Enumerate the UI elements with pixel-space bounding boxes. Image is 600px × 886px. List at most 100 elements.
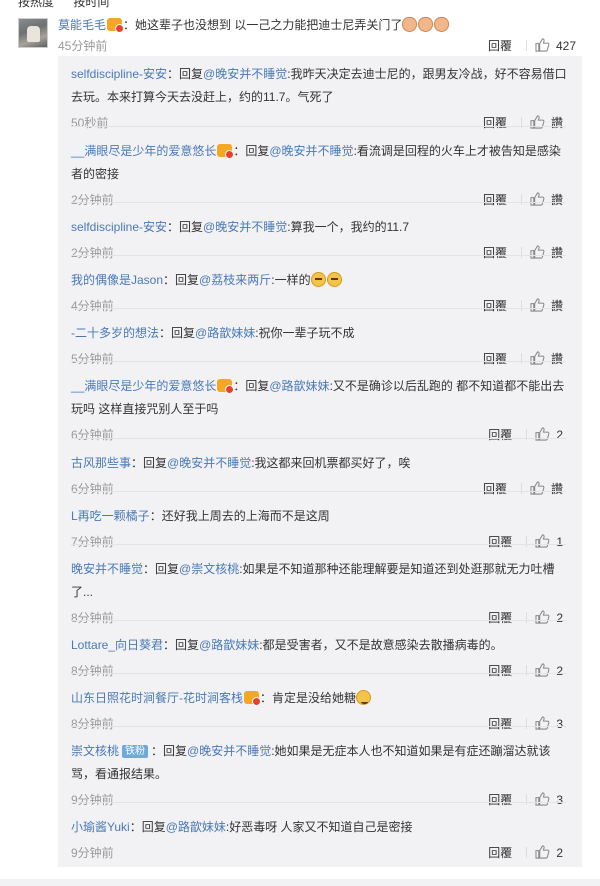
reply-mention[interactable]: @晚安并不睡觉 <box>203 220 287 234</box>
reply-divider <box>71 438 566 439</box>
like-count: 讚 <box>550 193 563 207</box>
reply-prefix: ：回复 <box>163 273 200 287</box>
like-thumb-icon[interactable] <box>530 192 545 206</box>
divider <box>520 353 522 364</box>
reply-username[interactable]: 晚安并不睡觉 <box>71 562 143 576</box>
divider <box>520 247 522 258</box>
reply-mention[interactable]: @晚安并不睡觉 <box>269 144 353 158</box>
verified-badge-icon <box>244 691 261 706</box>
like-thumb-icon[interactable] <box>530 481 545 495</box>
reply-button[interactable]: 回覆 <box>488 717 512 731</box>
reply-text: 小瑜酱Yuki：回复@路歆妹妹:好恶毒呀 人家又不知道自己是密接 <box>71 816 571 839</box>
reply-username[interactable]: selfdiscipline-安安 <box>71 220 167 234</box>
reply-mention[interactable]: @荔枝来两斤 <box>199 273 271 287</box>
reply-username[interactable]: Lottare_向日葵君 <box>71 638 163 652</box>
reply-mention[interactable]: @晚安并不睡觉 <box>167 456 251 470</box>
reply-divider <box>71 673 566 674</box>
like-count: 讚 <box>550 246 563 260</box>
sort-tabs: 按热度 按时间 <box>18 0 125 9</box>
reply-mention[interactable]: @路歆妹妹 <box>166 820 226 834</box>
reply-username[interactable]: 小瑜酱Yuki <box>71 820 130 834</box>
like-count: 2 <box>556 428 563 442</box>
main-comment-text: 莫能毛毛 ：她这辈子也没想到 以一己之力能把迪士尼弄关门了 <box>58 16 578 34</box>
divider <box>526 665 528 676</box>
like-thumb-icon[interactable] <box>535 534 550 548</box>
reply-mention[interactable]: @晚安并不睡觉 <box>203 67 287 81</box>
reply-meta: 9分钟前 回覆 2 <box>71 845 563 861</box>
reply-body: :都是受害者，又不是故意感染去散播病毒的。 <box>259 638 503 652</box>
reply-time: 5分钟前 <box>71 352 114 366</box>
reply-button[interactable]: 回覆 <box>488 535 512 549</box>
reply-text: 崇文核桃 铁粉 ：回复@晚安并不睡觉:她如果是无症本人也不知道如果是有症还蹦溜达就该… <box>71 740 571 786</box>
reply-username[interactable]: 古风那些事 <box>71 456 131 470</box>
reply-divider <box>71 491 566 492</box>
like-count: 讚 <box>550 299 563 313</box>
divider <box>526 718 528 729</box>
avatar[interactable] <box>18 18 48 48</box>
reply-actions: 回覆 2 <box>488 610 563 626</box>
reply-button[interactable]: 回覆 <box>488 428 512 442</box>
reply-mention[interactable]: @路歆妹妹 <box>199 638 259 652</box>
reply-mention[interactable]: @崇文核桃 <box>179 562 239 576</box>
reply-username[interactable]: 我的偶像是Jason <box>71 273 163 287</box>
reply-button[interactable]: 回覆 <box>488 793 512 807</box>
reply-username[interactable]: L再吃一颗橘子 <box>71 509 150 523</box>
like-thumb-icon[interactable] <box>535 716 550 730</box>
like-thumb-icon[interactable] <box>530 351 545 365</box>
reply-button[interactable]: 回覆 <box>483 482 507 496</box>
reply-meta: 6分钟前 回覆 2 <box>71 427 563 443</box>
reply-button[interactable]: 回覆 <box>483 352 507 366</box>
sort-tab-hot[interactable]: 按热度 <box>18 0 54 9</box>
like-thumb-icon[interactable] <box>530 245 545 259</box>
like-thumb-icon[interactable] <box>535 845 550 859</box>
reply-mention[interactable]: @路歆妹妹 <box>269 379 329 393</box>
reply-time: 2分钟前 <box>71 246 114 260</box>
reply-username[interactable]: 崇文核桃 <box>71 744 119 758</box>
like-thumb-icon[interactable] <box>535 792 550 806</box>
reply-button[interactable]: 回覆 <box>488 611 512 625</box>
reply-username[interactable]: 山东日照花时涧餐厅-花时涧客栈 <box>71 691 243 705</box>
reply-username[interactable]: selfdiscipline-安安 <box>71 67 167 81</box>
reply-mention[interactable]: @路歆妹妹 <box>195 326 255 340</box>
reply-text: 我的偶像是Jason：回复@荔枝来两斤:一样的 <box>71 269 571 292</box>
divider <box>525 40 527 51</box>
comment-username[interactable]: 莫能毛毛 <box>58 18 106 32</box>
reply-button[interactable]: 回覆 <box>483 299 507 313</box>
reply-username[interactable]: __满眼尽是少年的爱意悠长 <box>71 379 216 393</box>
reply-divider <box>71 308 566 309</box>
reply-mention[interactable]: @晚安并不睡觉 <box>187 744 271 758</box>
reply-divider <box>71 544 566 545</box>
reply-actions: 回覆 2 <box>488 663 563 679</box>
reply-button[interactable]: 回覆 <box>488 846 512 860</box>
sort-tab-time[interactable]: 按时间 <box>73 0 109 9</box>
reply-button[interactable]: 回覆 <box>483 193 507 207</box>
reply-text: selfdiscipline-安安：回复@晚安并不睡觉:算我一个，我约的11.7 <box>71 216 571 239</box>
divider <box>526 847 528 858</box>
reply-time: 9分钟前 <box>71 846 114 860</box>
reply-username[interactable]: -二十多岁的想法 <box>71 326 159 340</box>
reply-actions: 回覆 讚 <box>483 245 563 261</box>
reply-button[interactable]: 回覆 <box>488 664 512 678</box>
reply-meta: 5分钟前 回覆 讚 <box>71 351 563 367</box>
reply-username[interactable]: __满眼尽是少年的爱意悠长 <box>71 144 216 158</box>
reply-text: 山东日照花时涧餐厅-花时涧客栈 ：肯定是没给她糖 <box>71 687 571 710</box>
divider <box>526 794 528 805</box>
like-thumb-icon[interactable] <box>535 663 550 677</box>
like-thumb-icon[interactable] <box>530 298 545 312</box>
like-thumb-icon[interactable] <box>535 38 550 52</box>
reply-body: ：肯定是没给她糖 <box>260 691 357 705</box>
reply-prefix: ：回复 <box>167 220 204 234</box>
reply-button[interactable]: 回覆 <box>483 246 507 260</box>
verified-badge-icon <box>217 379 235 394</box>
like-thumb-icon[interactable] <box>535 610 550 624</box>
reply-divider <box>71 202 566 203</box>
reply-meta: 4分钟前 回覆 讚 <box>71 298 563 314</box>
reply-prefix: ：回复 <box>151 744 188 758</box>
reply-prefix: ：回复 <box>233 379 270 393</box>
reply-divider <box>71 361 566 362</box>
divider <box>526 536 528 547</box>
crying-emoji-icon <box>310 272 326 287</box>
reply-button[interactable]: 回覆 <box>483 116 507 130</box>
verified-badge-icon <box>107 18 125 33</box>
reply-button[interactable]: 回覆 <box>488 39 512 53</box>
